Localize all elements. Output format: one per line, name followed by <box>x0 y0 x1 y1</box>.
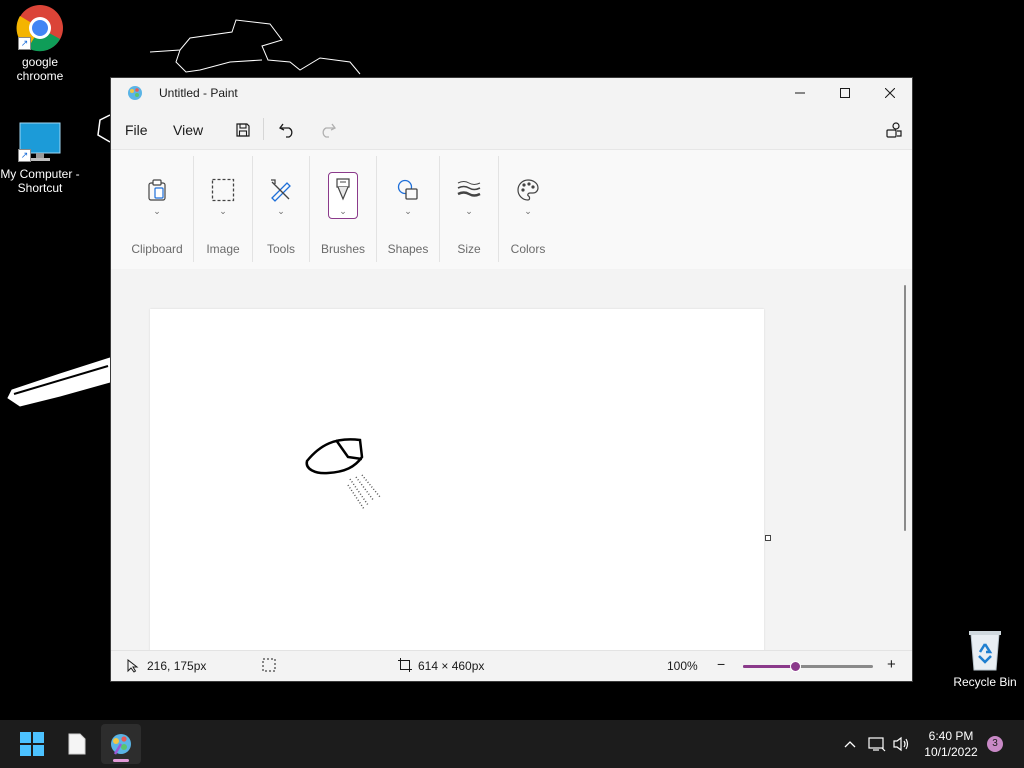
canvas-size: 614 × 460px <box>418 659 485 673</box>
cursor-pointer-icon <box>127 658 139 676</box>
ribbon-group-size[interactable]: ⌄ Size <box>440 150 498 269</box>
desktop-icon-label: Recycle Bin <box>953 675 1017 689</box>
show-hidden-icons-button[interactable] <box>838 720 862 768</box>
zoom-slider-thumb[interactable] <box>790 661 801 672</box>
drawing-canvas[interactable] <box>150 309 764 650</box>
minimize-icon <box>795 92 805 94</box>
save-button[interactable] <box>228 116 258 144</box>
tools-icon <box>265 174 297 206</box>
title-bar[interactable]: Untitled - Paint <box>111 78 912 108</box>
desktop-icon-label: google chroome <box>16 55 64 83</box>
zoom-out-button[interactable]: − <box>717 656 725 672</box>
clipboard-icon <box>141 174 173 206</box>
ribbon-group-label: Brushes <box>320 242 366 256</box>
chrome-icon: ↗ <box>16 4 64 52</box>
menu-file[interactable]: File <box>125 122 148 138</box>
clock-date: 10/1/2022 <box>924 745 978 759</box>
palette-icon <box>512 174 544 206</box>
taskbar-clock[interactable]: 6:40 PM 10/1/2022 <box>918 728 984 760</box>
zoom-slider[interactable] <box>743 661 873 672</box>
chevron-down-icon: ⌄ <box>277 206 285 216</box>
canvas-workspace <box>111 269 912 650</box>
ribbon-group-label: Clipboard <box>131 242 183 256</box>
menu-view[interactable]: View <box>173 122 203 138</box>
active-app-indicator <box>113 759 129 762</box>
zoom-level-text[interactable]: 100% <box>667 659 698 673</box>
chevron-down-icon: ⌄ <box>153 206 161 216</box>
recycle-bin-icon <box>965 628 1005 672</box>
window-title: Untitled - Paint <box>159 86 238 100</box>
notification-badge[interactable]: 3 <box>987 736 1003 752</box>
desktop-icon-recycle-bin[interactable]: Recycle Bin <box>945 628 1024 689</box>
close-icon <box>885 88 895 98</box>
paint-app-icon <box>127 85 143 106</box>
maximize-icon <box>840 88 850 98</box>
chevron-up-icon <box>844 741 856 748</box>
document-icon <box>68 733 86 755</box>
menu-separator <box>263 118 264 140</box>
account-settings-button[interactable] <box>879 116 909 144</box>
redo-button[interactable] <box>312 116 342 144</box>
ribbon-group-label: Image <box>206 242 240 256</box>
chevron-down-icon: ⌄ <box>404 206 412 216</box>
account-icon <box>886 122 902 138</box>
ribbon-toolbar: ⌄ Clipboard ⌄ Image ⌄ Tools ⌄ Brushes ⌄ … <box>111 149 912 270</box>
chevron-down-icon: ⌄ <box>219 206 227 216</box>
zoom-in-button[interactable]: + <box>887 656 896 673</box>
selection-size-icon <box>262 658 276 675</box>
brush-icon <box>327 174 359 206</box>
selection-icon <box>207 174 239 206</box>
ribbon-group-label: Colors <box>510 242 546 256</box>
taskbar-paint[interactable] <box>101 724 141 764</box>
vertical-scrollbar[interactable] <box>904 285 906 531</box>
undo-icon <box>279 123 293 138</box>
size-icon <box>453 174 485 206</box>
ribbon-group-image[interactable]: ⌄ Image <box>194 150 252 269</box>
save-icon <box>236 123 250 137</box>
chevron-down-icon: ⌄ <box>339 206 347 216</box>
close-button[interactable] <box>867 78 913 108</box>
volume-icon[interactable] <box>890 720 912 768</box>
cursor-position: 216, 175px <box>147 659 207 673</box>
network-icon[interactable] <box>866 720 888 768</box>
shapes-icon <box>392 174 424 206</box>
desktop-icon-label: My Computer - Shortcut <box>0 167 80 195</box>
status-bar: 216, 175px 614 × 460px 100% − + <box>111 650 912 681</box>
canvas-resize-handle[interactable] <box>765 535 771 541</box>
ribbon-group-tools[interactable]: ⌄ Tools <box>253 150 309 269</box>
ribbon-group-colors[interactable]: ⌄ Colors <box>499 150 557 269</box>
start-button[interactable] <box>12 724 52 764</box>
ribbon-group-label: Tools <box>266 242 295 256</box>
monitor-icon: ↗ <box>16 122 64 164</box>
menu-bar: File View <box>111 108 912 148</box>
redo-icon <box>322 123 336 138</box>
paint-window: Untitled - Paint File View ⌄ Clipboard ⌄… <box>110 77 913 682</box>
desktop-icon-my-computer[interactable]: ↗ My Computer - Shortcut <box>0 122 80 195</box>
shortcut-arrow-icon: ↗ <box>18 37 31 50</box>
zoom-slider-fill <box>743 665 795 668</box>
ribbon-group-label: Shapes <box>387 242 429 256</box>
minimize-button[interactable] <box>777 78 823 108</box>
chevron-down-icon: ⌄ <box>524 206 532 216</box>
ribbon-group-clipboard[interactable]: ⌄ Clipboard <box>121 150 193 269</box>
shortcut-arrow-icon: ↗ <box>18 149 31 162</box>
ribbon-group-label: Size <box>457 242 481 256</box>
desktop-icon-chrome[interactable]: ↗ google chroome <box>0 4 80 83</box>
maximize-button[interactable] <box>822 78 868 108</box>
windows-logo-icon <box>20 732 44 756</box>
taskbar-file-explorer[interactable] <box>57 724 97 764</box>
chevron-down-icon: ⌄ <box>465 206 473 216</box>
paint-app-icon <box>111 734 131 755</box>
taskbar: 6:40 PM 10/1/2022 <box>0 720 1024 768</box>
canvas-drawing <box>305 438 381 510</box>
canvas-size-icon <box>398 658 412 675</box>
ribbon-group-shapes[interactable]: ⌄ Shapes <box>377 150 439 269</box>
ribbon-group-brushes[interactable]: ⌄ Brushes <box>310 150 376 269</box>
clock-time: 6:40 PM <box>928 729 974 743</box>
undo-button[interactable] <box>273 116 303 144</box>
